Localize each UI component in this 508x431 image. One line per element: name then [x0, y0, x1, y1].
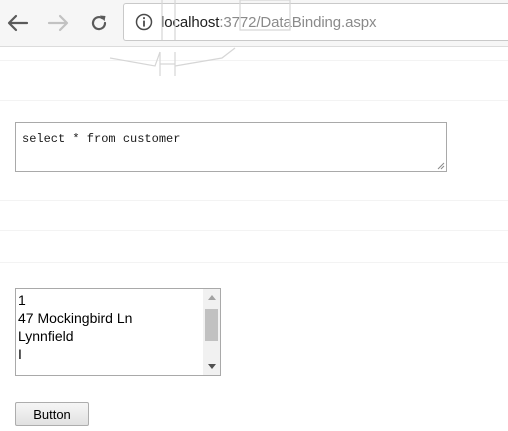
background-stripe — [0, 60, 508, 61]
reload-button[interactable] — [87, 12, 111, 34]
list-item[interactable]: 1 — [18, 291, 203, 309]
reload-icon — [91, 15, 107, 31]
submit-button[interactable]: Button — [15, 402, 89, 426]
browser-window: localhost:3772/DataBinding.aspx 1 47 Moc… — [0, 0, 508, 431]
arrow-left-icon — [7, 14, 29, 32]
scroll-down-button[interactable] — [203, 358, 220, 375]
info-circle-icon[interactable] — [135, 13, 153, 31]
browser-toolbar: localhost:3772/DataBinding.aspx — [0, 0, 508, 47]
url-host: localhost — [161, 14, 220, 31]
forward-button[interactable] — [46, 12, 70, 34]
triangle-up-icon — [207, 295, 216, 300]
url-path: :3772/DataBinding.aspx — [219, 14, 377, 31]
background-stripe — [0, 230, 508, 231]
list-item[interactable]: I — [18, 345, 203, 363]
background-stripe — [0, 200, 508, 201]
triangle-down-icon — [207, 364, 216, 369]
background-stripe — [0, 100, 508, 101]
list-item[interactable]: Lynnfield — [18, 327, 203, 345]
address-bar[interactable]: localhost:3772/DataBinding.aspx — [123, 3, 508, 41]
results-listbox[interactable]: 1 47 Mockingbird Ln Lynnfield I — [15, 288, 221, 376]
listbox-items: 1 47 Mockingbird Ln Lynnfield I — [18, 291, 203, 363]
scroll-thumb[interactable] — [205, 309, 218, 341]
query-textarea[interactable] — [15, 122, 447, 172]
resize-grip-icon[interactable] — [436, 161, 445, 170]
back-button[interactable] — [6, 12, 30, 34]
list-item[interactable]: 47 Mockingbird Ln — [18, 309, 203, 327]
scroll-up-button[interactable] — [203, 289, 220, 306]
listbox-scrollbar[interactable] — [203, 289, 220, 375]
url-text[interactable]: localhost:3772/DataBinding.aspx — [161, 14, 377, 32]
arrow-right-icon — [47, 14, 69, 32]
background-stripe — [0, 262, 508, 263]
